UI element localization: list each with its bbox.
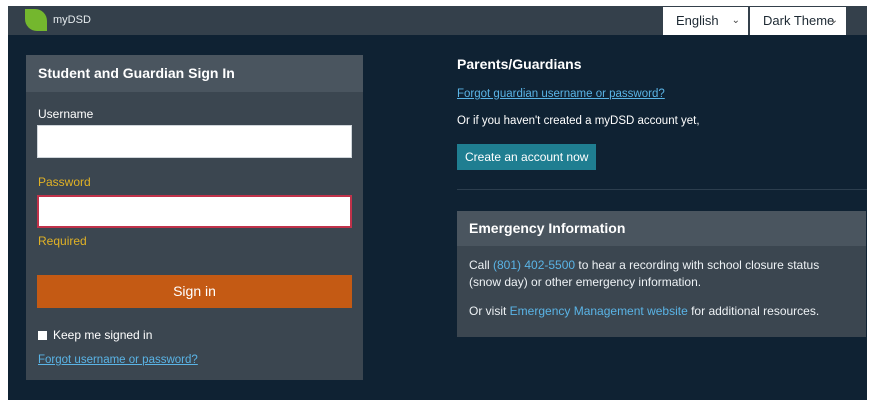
emergency-call-text: Call (801) 402-5500 to hear a recording … [469,258,820,289]
emergency-management-link[interactable]: Emergency Management website [510,304,688,318]
emergency-panel: Emergency Information Call (801) 402-550… [457,211,866,337]
emergency-title: Emergency Information [457,211,866,246]
emergency-visit-text: Or visit Emergency Management website fo… [469,304,820,318]
forgot-guardian-link[interactable]: Forgot guardian username or password? [457,88,665,100]
divider [457,189,867,190]
username-input[interactable] [37,125,352,158]
parents-section: Parents/Guardians Forgot guardian userna… [457,56,867,170]
emergency-phone-link[interactable]: (801) 402-5500 [493,258,575,272]
theme-select[interactable]: Dark Theme ⌄ [750,7,846,35]
page-frame: myDSD English ⌄ Dark Theme ⌄ Student and… [8,6,867,400]
keep-signed-in[interactable]: Keep me signed in [38,328,152,342]
password-required-text: Required [38,234,87,248]
language-select-value: English [676,13,719,28]
keep-signed-in-label: Keep me signed in [53,328,153,342]
parents-title: Parents/Guardians [457,56,582,72]
password-label: Password [38,175,91,189]
chevron-down-icon: ⌄ [731,15,740,26]
sign-in-button[interactable]: Sign in [37,275,352,308]
language-select[interactable]: English ⌄ [663,7,748,35]
create-account-button[interactable]: Create an account now [457,144,597,170]
forgot-username-link[interactable]: Forgot username or password? [38,354,198,366]
logo[interactable]: myDSD [25,9,91,31]
chevron-down-icon: ⌄ [829,15,838,26]
password-input[interactable] [37,195,352,228]
sign-in-panel: Student and Guardian Sign In Username Pa… [26,55,363,380]
keep-signed-in-checkbox[interactable] [38,330,47,340]
no-account-text: Or if you haven't created a myDSD accoun… [457,115,700,127]
logo-text: myDSD [53,14,91,26]
top-bar: myDSD English ⌄ Dark Theme ⌄ [8,6,867,35]
sign-in-title: Student and Guardian Sign In [26,55,363,92]
leaf-logo-icon [25,9,47,31]
username-label: Username [38,107,94,121]
theme-select-value: Dark Theme [763,13,835,28]
